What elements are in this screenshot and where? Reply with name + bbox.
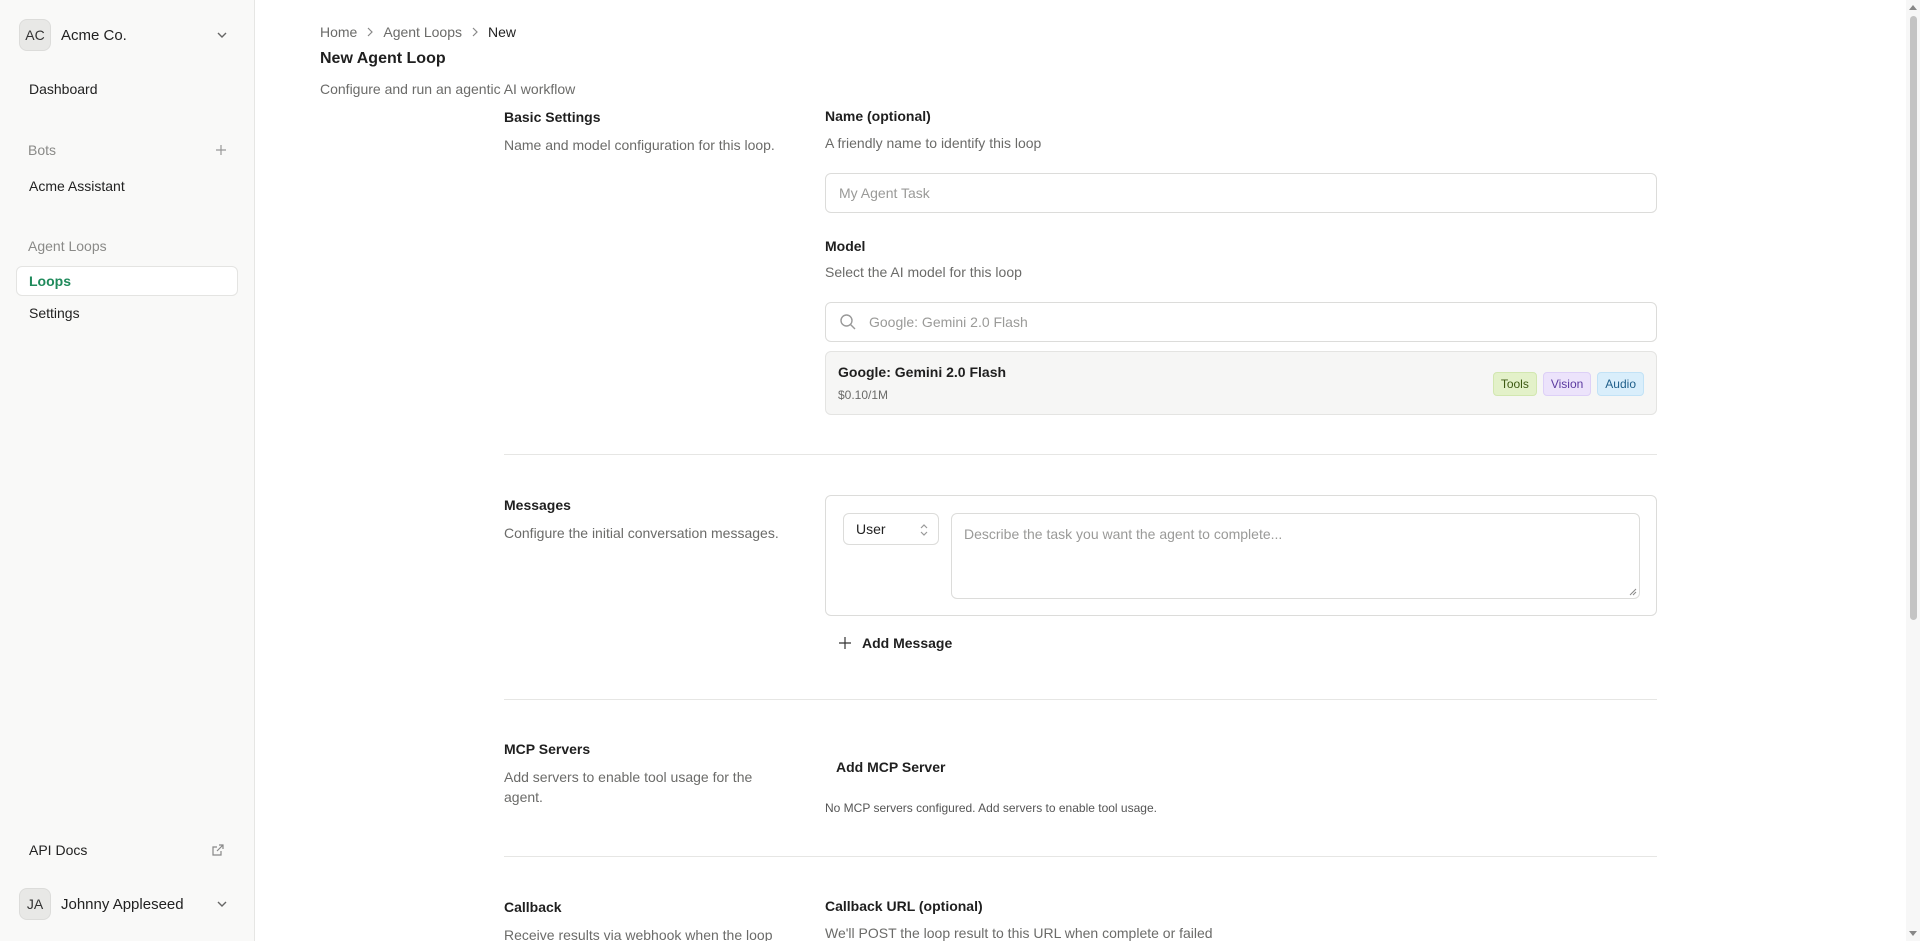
badge-audio: Audio bbox=[1597, 372, 1644, 396]
model-search-placeholder: Google: Gemini 2.0 Flash bbox=[869, 314, 1028, 330]
add-message-button[interactable]: Add Message bbox=[838, 628, 952, 658]
page-scrollbar[interactable] bbox=[1906, 0, 1920, 941]
message-role-select[interactable]: User bbox=[843, 513, 939, 545]
message-content-textarea[interactable]: Describe the task you want the agent to … bbox=[951, 513, 1640, 599]
message-content-placeholder: Describe the task you want the agent to … bbox=[964, 526, 1283, 542]
name-field-label: Name (optional) bbox=[825, 108, 931, 124]
callback-url-desc: We'll POST the loop result to this URL w… bbox=[825, 925, 1213, 941]
sidebar-item-api-docs[interactable]: API Docs bbox=[16, 835, 238, 865]
mcp-empty-state: No MCP servers configured. Add servers t… bbox=[825, 801, 1157, 815]
add-message-label: Add Message bbox=[862, 635, 953, 651]
plus-icon bbox=[839, 637, 851, 649]
resize-handle-icon[interactable] bbox=[1629, 588, 1637, 596]
user-name: Johnny Appleseed bbox=[61, 895, 184, 913]
scroll-up-arrow-icon[interactable] bbox=[1909, 4, 1917, 10]
add-mcp-server-button[interactable]: Add MCP Server bbox=[836, 752, 945, 782]
page-title: New Agent Loop bbox=[320, 50, 446, 67]
model-search-input[interactable]: Google: Gemini 2.0 Flash bbox=[825, 302, 1657, 342]
search-icon bbox=[840, 314, 856, 330]
badge-vision: Vision bbox=[1542, 372, 1592, 396]
scroll-down-arrow-icon[interactable] bbox=[1909, 931, 1917, 937]
model-name: Google: Gemini 2.0 Flash bbox=[838, 364, 1007, 380]
chevron-right-icon bbox=[472, 27, 478, 37]
section-label-agent-loops: Agent Loops bbox=[28, 238, 107, 254]
section-desc-messages: Configure the initial conversation messa… bbox=[504, 525, 779, 541]
section-divider bbox=[504, 454, 1657, 455]
user-avatar: JA bbox=[19, 888, 51, 920]
name-input[interactable]: My Agent Task bbox=[825, 173, 1657, 213]
page-subtitle: Configure and run an agentic AI workflow bbox=[320, 81, 576, 97]
add-bot-icon[interactable] bbox=[214, 143, 228, 157]
section-desc-callback: Receive results via webhook when the loo… bbox=[504, 927, 773, 941]
chevron-down-icon bbox=[217, 901, 227, 907]
selected-model-card[interactable]: Google: Gemini 2.0 Flash $0.10/1M Tools … bbox=[825, 351, 1657, 415]
breadcrumb-agent-loops[interactable]: Agent Loops bbox=[383, 24, 462, 40]
select-updown-icon bbox=[920, 524, 928, 536]
section-title-basic-settings: Basic Settings bbox=[504, 109, 601, 125]
org-avatar: AC bbox=[19, 19, 51, 51]
section-desc-mcp-servers: Add servers to enable tool usage for the… bbox=[504, 769, 753, 805]
section-desc-basic-settings: Name and model configuration for this lo… bbox=[504, 137, 775, 153]
section-title-callback: Callback bbox=[504, 899, 562, 915]
message-role-value: User bbox=[856, 521, 886, 537]
chevron-right-icon bbox=[367, 27, 374, 37]
callback-url-label: Callback URL (optional) bbox=[825, 898, 983, 914]
badge-tools: Tools bbox=[1492, 372, 1537, 396]
sidebar-item-dashboard[interactable]: Dashboard bbox=[16, 74, 238, 104]
section-title-messages: Messages bbox=[504, 497, 571, 513]
section-divider bbox=[504, 699, 1657, 700]
org-name: Acme Co. bbox=[61, 26, 127, 44]
name-field-desc: A friendly name to identify this loop bbox=[825, 135, 1042, 151]
breadcrumb-home[interactable]: Home bbox=[320, 24, 357, 40]
sidebar-item-acme-assistant[interactable]: Acme Assistant bbox=[16, 171, 238, 201]
message-row: User Describe the task you want the agen… bbox=[825, 495, 1657, 616]
model-price: $0.10/1M bbox=[838, 388, 889, 402]
model-field-label: Model bbox=[825, 238, 866, 254]
model-field-desc: Select the AI model for this loop bbox=[825, 264, 1022, 280]
section-divider bbox=[504, 856, 1657, 857]
section-label-bots: Bots bbox=[28, 142, 57, 158]
chevron-down-icon bbox=[217, 32, 227, 38]
breadcrumb: Home Agent Loops New bbox=[320, 24, 516, 40]
section-title-mcp-servers: MCP Servers bbox=[504, 741, 591, 757]
sidebar-item-loops[interactable]: Loops bbox=[16, 266, 238, 296]
scrollbar-thumb[interactable] bbox=[1910, 16, 1917, 620]
sidebar-item-settings[interactable]: Settings bbox=[16, 298, 238, 328]
external-link-icon bbox=[212, 844, 224, 856]
org-switcher[interactable]: AC Acme Co. bbox=[19, 19, 229, 51]
user-menu[interactable]: JA Johnny Appleseed bbox=[19, 888, 229, 920]
breadcrumb-current: New bbox=[487, 24, 516, 40]
sidebar: AC Acme Co. Dashboard Bots Acme Assistan… bbox=[0, 0, 255, 941]
